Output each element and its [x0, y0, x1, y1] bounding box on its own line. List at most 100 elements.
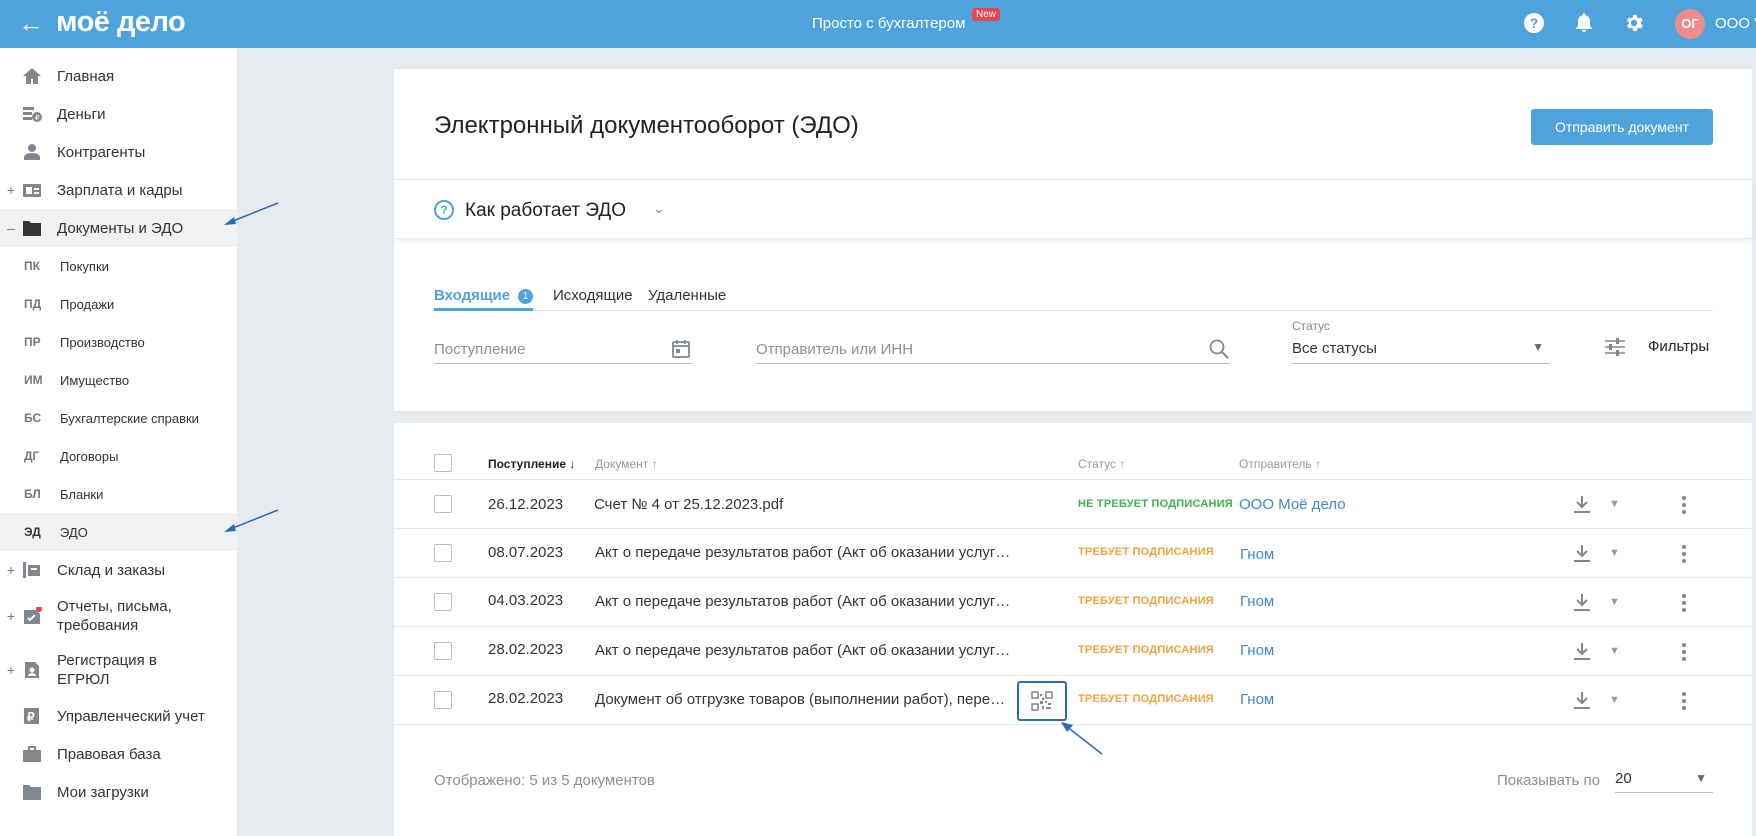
- sender-search-field[interactable]: [756, 334, 1230, 364]
- row-document[interactable]: Акт о передаче результатов работ (Акт об…: [595, 593, 1010, 610]
- chevron-down-icon[interactable]: ▼: [1609, 547, 1620, 559]
- sidebar-item-documents[interactable]: – Документы и ЭДО: [0, 209, 237, 247]
- sidebar-subitem-forms[interactable]: БЛ Бланки: [0, 475, 237, 513]
- sidebar-item-money[interactable]: ₽ Деньги: [0, 95, 237, 133]
- download-icon[interactable]: [1572, 543, 1592, 563]
- row-checkbox[interactable]: [434, 642, 452, 660]
- row-sender[interactable]: Гном: [1240, 642, 1274, 659]
- column-header-status[interactable]: Статус ↑: [1078, 457, 1125, 471]
- row-document[interactable]: Акт о передаче результатов работ (Акт об…: [595, 544, 1010, 561]
- row-checkbox[interactable]: [434, 544, 452, 562]
- download-icon[interactable]: [1572, 592, 1592, 612]
- chevron-down-icon[interactable]: ▼: [1609, 645, 1620, 657]
- tab-deleted[interactable]: Удаленные: [648, 287, 726, 304]
- status-select[interactable]: Все статусы ▼: [1292, 334, 1550, 364]
- table-row[interactable]: 08.07.2023 Акт о передаче результатов ра…: [394, 529, 1752, 578]
- sidebar-item-registration[interactable]: + Регистрация в ЕГРЮЛ: [0, 643, 237, 697]
- sidebar-subitem-edo[interactable]: ЭД ЭДО: [0, 513, 237, 551]
- date-filter-field[interactable]: [434, 334, 692, 364]
- logo[interactable]: моё дело: [56, 6, 186, 39]
- more-vertical-icon[interactable]: [1681, 495, 1687, 515]
- sidebar-subitem-contracts[interactable]: ДГ Договоры: [0, 437, 237, 475]
- calendar-icon[interactable]: [670, 338, 692, 360]
- tab-incoming[interactable]: Входящие: [434, 287, 510, 304]
- subitem-label: Покупки: [60, 258, 109, 274]
- svg-text:₽: ₽: [27, 710, 35, 724]
- download-icon[interactable]: [1572, 690, 1592, 710]
- collapse-minus-icon[interactable]: –: [6, 220, 16, 236]
- date-filter-input[interactable]: [434, 334, 692, 362]
- gear-icon[interactable]: [1621, 10, 1647, 36]
- filter-sliders-icon[interactable]: [1604, 337, 1626, 357]
- back-arrow-icon[interactable]: ←: [18, 10, 44, 36]
- page-size-select[interactable]: 20 ▼: [1615, 763, 1713, 793]
- edo-header-card: Электронный документооборот (ЭДО) Отправ…: [394, 69, 1752, 411]
- search-icon[interactable]: [1208, 338, 1230, 360]
- table-row[interactable]: 26.12.2023 Счет № 4 от 25.12.2023.pdf НЕ…: [394, 480, 1752, 529]
- expand-plus-icon[interactable]: +: [6, 608, 16, 624]
- row-checkbox[interactable]: [434, 691, 452, 709]
- expand-plus-icon[interactable]: +: [6, 662, 16, 678]
- sidebar-item-legal[interactable]: Правовая база: [0, 735, 237, 773]
- chevron-down-icon[interactable]: ▼: [1609, 596, 1620, 608]
- sidebar-item-warehouse[interactable]: + Склад и заказы: [0, 551, 237, 589]
- avatar[interactable]: ОГ: [1675, 9, 1705, 39]
- row-checkbox[interactable]: [434, 593, 452, 611]
- more-vertical-icon[interactable]: [1681, 691, 1687, 711]
- send-document-button[interactable]: Отправить документ: [1531, 109, 1713, 145]
- more-vertical-icon[interactable]: [1681, 593, 1687, 613]
- row-document[interactable]: Счет № 4 от 25.12.2023.pdf: [594, 496, 783, 513]
- subitem-abbr: ПД: [24, 297, 42, 311]
- sidebar-item-contractors[interactable]: Контрагенты: [0, 133, 237, 171]
- tab-outgoing[interactable]: Исходящие: [553, 287, 633, 304]
- sidebar-item-management[interactable]: ₽ Управленческий учет: [0, 697, 237, 735]
- more-vertical-icon[interactable]: [1681, 642, 1687, 662]
- column-header-document[interactable]: Документ ↑: [595, 457, 658, 471]
- sidebar-subitem-production[interactable]: ПР Производство: [0, 323, 237, 361]
- select-all-checkbox[interactable]: [434, 454, 452, 472]
- table-row[interactable]: 04.03.2023 Акт о передаче результатов ра…: [394, 578, 1752, 627]
- row-sender[interactable]: Гном: [1240, 546, 1274, 563]
- row-checkbox[interactable]: [434, 495, 452, 513]
- sidebar-item-home[interactable]: Главная: [0, 57, 237, 95]
- bell-icon[interactable]: [1571, 10, 1597, 36]
- chevron-down-icon[interactable]: ⌄: [653, 200, 665, 217]
- download-icon[interactable]: [1572, 641, 1592, 661]
- annotation-arrow: [224, 509, 279, 532]
- sidebar-subitem-sales[interactable]: ПД Продажи: [0, 285, 237, 323]
- download-icon[interactable]: [1572, 494, 1592, 514]
- marking-code-button[interactable]: [1017, 681, 1067, 721]
- sidebar-subitem-purchases[interactable]: ПК Покупки: [0, 247, 237, 285]
- column-header-sender[interactable]: Отправитель ↑: [1239, 457, 1321, 471]
- sidebar-item-salary[interactable]: + Зарплата и кадры: [0, 171, 237, 209]
- sidebar-subitem-property[interactable]: ИМ Имущество: [0, 361, 237, 399]
- sidebar-item-downloads[interactable]: Мои загрузки: [0, 773, 237, 811]
- org-name[interactable]: ООО ": [1715, 15, 1756, 32]
- sidebar-item-label: Регистрация в ЕГРЮЛ: [57, 652, 157, 688]
- row-sender[interactable]: ООО Моё дело: [1239, 496, 1346, 513]
- chevron-down-icon[interactable]: ▼: [1609, 498, 1620, 510]
- downloads-folder-icon: [23, 785, 41, 800]
- column-header-date[interactable]: Поступление ↓: [488, 457, 575, 471]
- expand-plus-icon[interactable]: +: [6, 562, 16, 578]
- expand-plus-icon[interactable]: +: [6, 182, 16, 198]
- chevron-down-icon[interactable]: ▼: [1609, 694, 1620, 706]
- howto-accordion[interactable]: ? Как работает ЭДО ⌄: [394, 179, 1752, 239]
- row-document[interactable]: Акт о передаче результатов работ (Акт об…: [595, 642, 1010, 659]
- row-sender[interactable]: Гном: [1240, 593, 1274, 610]
- sidebar-item-reports[interactable]: + Отчеты, письма, требования: [0, 589, 237, 643]
- ruble-icon: ₽: [24, 708, 39, 724]
- subitem-abbr: БЛ: [24, 487, 41, 501]
- sidebar-item-label: Главная: [57, 67, 115, 85]
- row-document[interactable]: Документ об отгрузке товаров (выполнении…: [595, 691, 1005, 708]
- row-sender[interactable]: Гном: [1240, 691, 1274, 708]
- subitem-label: Бланки: [60, 486, 104, 502]
- sender-search-input[interactable]: [756, 334, 1230, 362]
- sidebar-subitem-accounting-notes[interactable]: БС Бухгалтерские справки: [0, 399, 237, 437]
- help-icon[interactable]: ?: [1521, 10, 1547, 36]
- status-badge: ТРЕБУЕТ ПОДПИСАНИЯ: [1078, 546, 1214, 558]
- more-vertical-icon[interactable]: [1681, 544, 1687, 564]
- filters-button[interactable]: Фильтры: [1648, 338, 1709, 355]
- table-row[interactable]: 28.02.2023 Акт о передаче результатов ра…: [394, 627, 1752, 676]
- service-title[interactable]: Просто с бухгалтером: [812, 15, 965, 32]
